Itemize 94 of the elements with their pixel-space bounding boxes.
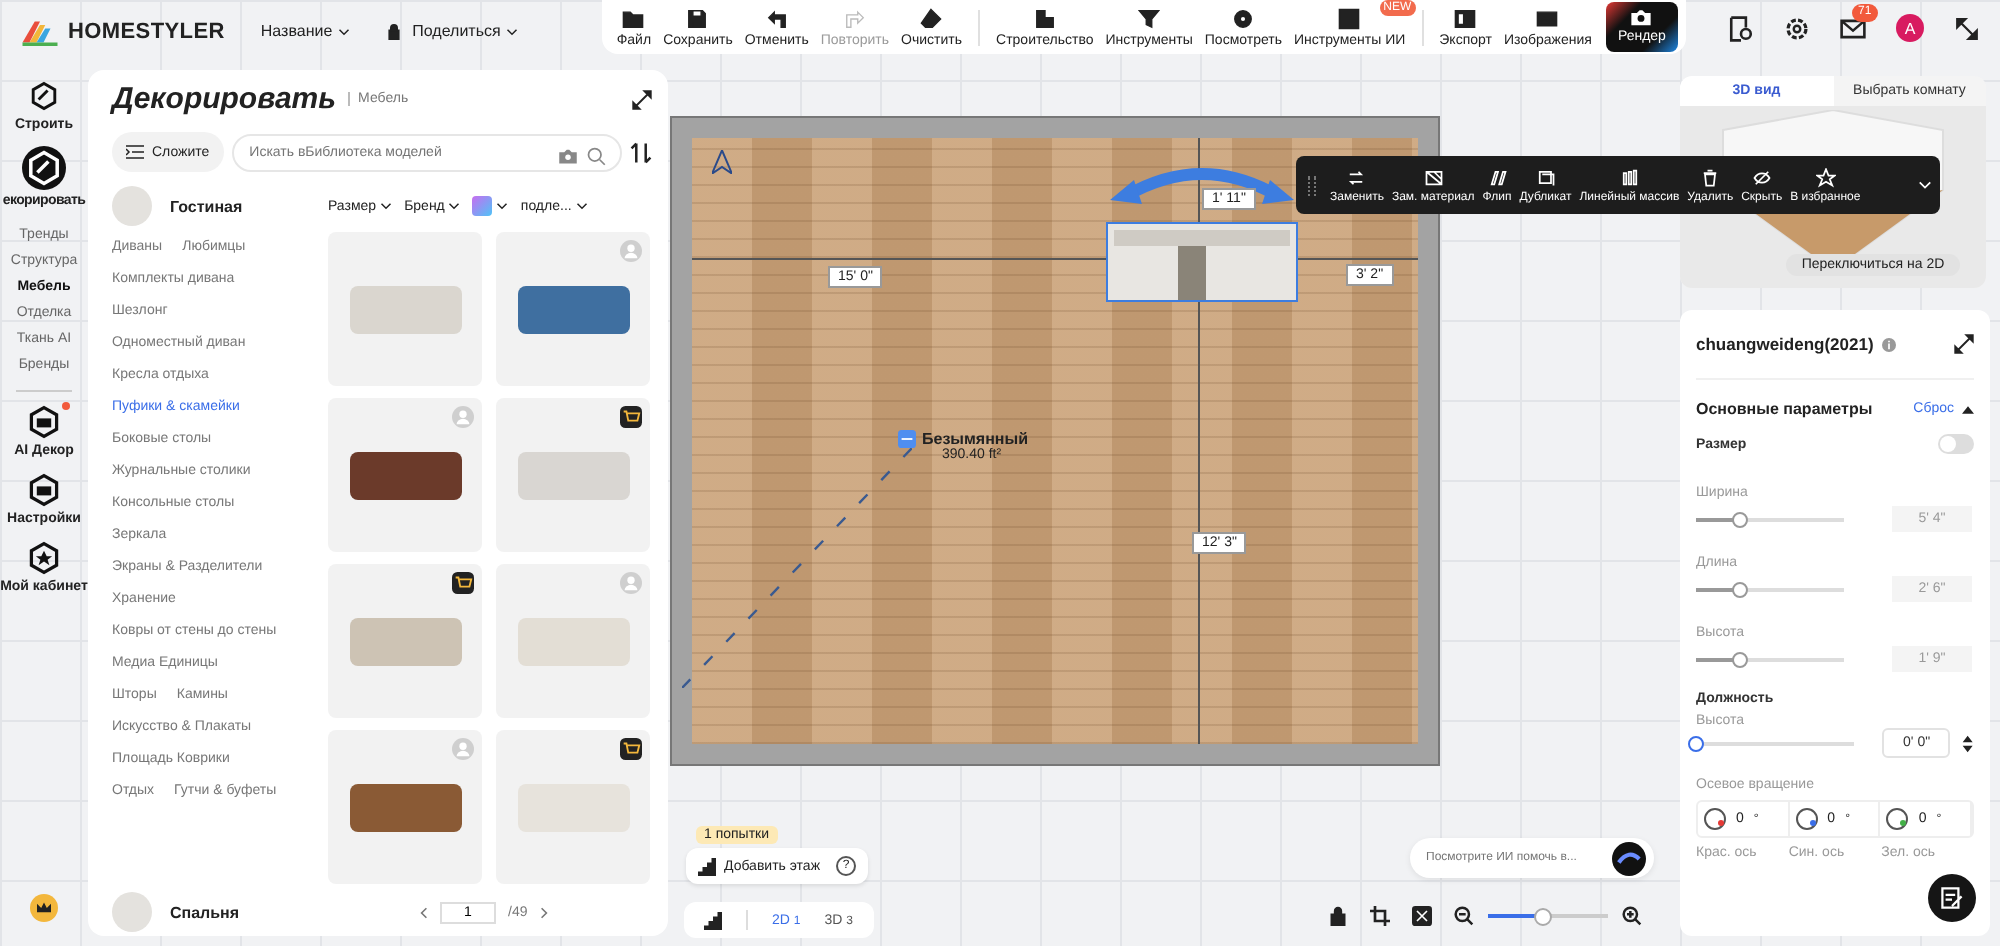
building-icon (1033, 7, 1056, 29)
chevron-down-icon (380, 202, 393, 210)
compass-icon[interactable] (712, 150, 732, 174)
chevron-down-icon (496, 202, 509, 210)
chevron-down-icon (448, 202, 461, 210)
stairs-icon (698, 857, 716, 875)
floor-plan-icon[interactable] (704, 911, 722, 929)
info-icon[interactable] (1881, 337, 1896, 351)
product-tile[interactable] (328, 232, 482, 386)
drag-handle[interactable] (1308, 175, 1316, 195)
product-tile[interactable] (496, 232, 650, 386)
size-toggle[interactable] (1938, 434, 1974, 454)
color-filter-dropdown[interactable] (472, 196, 509, 216)
chevron-down-icon (506, 27, 519, 35)
camera-icon (1630, 6, 1653, 28)
room-name[interactable]: Спальня (170, 903, 240, 921)
product-tile[interactable] (496, 564, 650, 718)
hide-icon (1751, 167, 1772, 187)
eraser-icon (920, 7, 943, 29)
product-tile[interactable] (328, 398, 482, 552)
product-tile[interactable] (328, 730, 482, 884)
list-icon (126, 144, 144, 160)
mail-icon[interactable] (1840, 15, 1866, 41)
feedback-button[interactable] (1928, 874, 1976, 922)
fullscreen-icon[interactable] (1954, 15, 1980, 41)
room-label[interactable]: Безымянный (922, 430, 1029, 448)
eye-icon (1232, 7, 1255, 29)
funnel-icon (1138, 7, 1161, 29)
product-photo-placeholder (517, 617, 629, 665)
user-icon (620, 240, 642, 262)
user-icon (452, 406, 474, 428)
product-photo-placeholder (517, 451, 629, 499)
room-thumbnail (112, 892, 152, 932)
next-page-icon[interactable] (539, 905, 548, 919)
material-icon (1423, 167, 1444, 187)
product-photo-placeholder (349, 285, 461, 333)
previous-page-icon[interactable] (420, 905, 428, 919)
flip-icon (1487, 167, 1507, 187)
chevron-down-icon (338, 27, 351, 35)
lock-icon[interactable] (1328, 906, 1348, 926)
duplicate-icon (1535, 167, 1556, 187)
expand-icon[interactable] (1954, 334, 1974, 354)
expand-icon[interactable] (632, 89, 652, 109)
product-photo-placeholder (517, 285, 629, 333)
chevron-down-icon (575, 202, 588, 210)
trash-icon (1700, 167, 1721, 187)
top-menu[interactable]: Название (260, 22, 351, 40)
crop-icon[interactable] (1370, 906, 1390, 926)
room-name[interactable]: Гостиная (170, 197, 243, 215)
export-icon (1454, 7, 1477, 29)
redo-icon (843, 7, 866, 29)
cart-icon (620, 406, 642, 428)
camera-icon[interactable] (558, 145, 578, 165)
zoom-out-icon[interactable] (1454, 906, 1474, 926)
panel-title: Декорировать (112, 82, 337, 116)
undo-icon (765, 7, 788, 29)
object-title: chuangweideng(2021) (1696, 334, 1874, 354)
dimension-line (1298, 258, 1418, 260)
room-thumbnail (112, 186, 152, 226)
crown-icon[interactable] (30, 894, 58, 922)
logo-icon (20, 18, 60, 46)
product-tile[interactable] (496, 398, 650, 552)
folder-icon (622, 7, 645, 29)
top-menu[interactable]: Поделиться (386, 22, 519, 40)
settings-icon[interactable] (1784, 15, 1810, 41)
search-document-icon[interactable] (1728, 15, 1754, 41)
fit-screen-icon[interactable] (1412, 906, 1432, 926)
product-tile[interactable] (328, 564, 482, 718)
sofa-drawing[interactable] (1106, 222, 1298, 302)
ai-assistant-icon[interactable] (1612, 842, 1646, 876)
caret-icon[interactable] (1962, 405, 1974, 413)
stepper-icon[interactable] (1962, 733, 1974, 753)
cart-icon (620, 738, 642, 760)
chevron-down-icon[interactable] (1918, 180, 1932, 190)
product-photo-placeholder (349, 617, 461, 665)
logo-text: HOMESTYLER (68, 20, 225, 44)
section-title: Основные параметры (1696, 400, 1873, 418)
search-icon[interactable] (586, 145, 606, 165)
save-icon (686, 7, 709, 29)
room-marker-icon[interactable] (898, 430, 916, 448)
user-icon (620, 572, 642, 594)
swap-icon (1346, 167, 1367, 187)
user-avatar[interactable]: A (1896, 14, 1924, 42)
product-tile[interactable] (496, 730, 650, 884)
array-icon (1619, 167, 1640, 187)
user-icon (452, 738, 474, 760)
product-photo-placeholder (349, 451, 461, 499)
star-badge-icon (26, 540, 62, 576)
lock-icon (386, 23, 403, 39)
cart-icon (452, 572, 474, 594)
star-icon (1815, 167, 1836, 187)
product-photo-placeholder (349, 783, 461, 831)
sort-icon[interactable] (630, 141, 652, 163)
zoom-in-icon[interactable] (1622, 906, 1642, 926)
